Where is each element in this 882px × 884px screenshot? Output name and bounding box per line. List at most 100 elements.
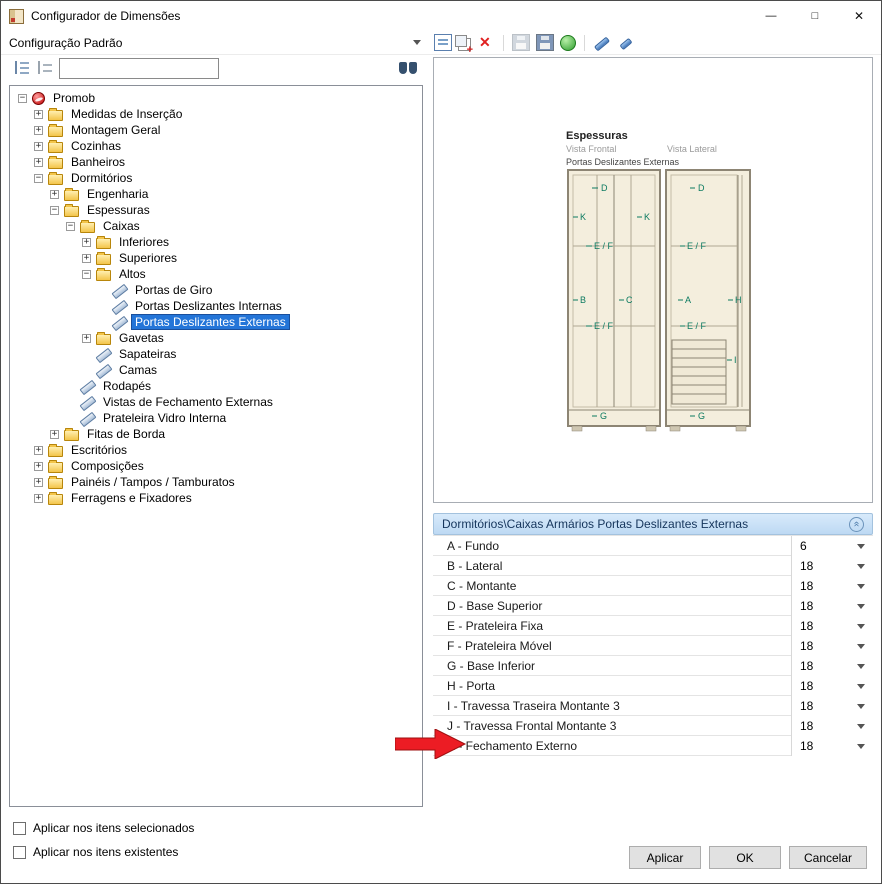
chevron-down-icon <box>857 704 865 709</box>
collapse-all-icon[interactable] <box>36 59 54 77</box>
configuration-dropdown[interactable]: Configuração Padrão <box>9 36 421 50</box>
tree-item-caixas[interactable]: −Caixas <box>10 218 422 234</box>
wrench-icon[interactable] <box>593 34 611 51</box>
sync-icon[interactable] <box>560 35 576 51</box>
tree-item-inferiores[interactable]: +Inferiores <box>10 234 422 250</box>
expand-expander-icon[interactable]: + <box>82 254 91 263</box>
tree-item-portas-deslizantes-internas[interactable]: Portas Deslizantes Internas <box>10 298 422 314</box>
expand-expander-icon[interactable]: + <box>50 190 59 199</box>
folder-icon <box>48 142 63 153</box>
tree-item-superiores[interactable]: +Superiores <box>10 250 422 266</box>
apply-existing-checkbox[interactable] <box>13 846 26 859</box>
tree-item-vistas-de-fechamento-externas[interactable]: Vistas de Fechamento Externas <box>10 394 422 410</box>
ok-button[interactable]: OK <box>709 846 781 869</box>
minimize-button[interactable]: — <box>749 1 793 31</box>
expand-expander-icon[interactable]: + <box>34 494 43 503</box>
folder-icon <box>48 126 63 137</box>
tree-item-label: Escritórios <box>68 443 130 457</box>
property-value-dropdown[interactable]: 6 <box>791 536 873 556</box>
tree-item-camas[interactable]: Camas <box>10 362 422 378</box>
expand-expander-icon[interactable]: + <box>34 110 43 119</box>
expand-expander-icon[interactable]: + <box>82 238 91 247</box>
property-label: E - Prateleira Fixa <box>433 619 791 633</box>
expand-all-icon[interactable] <box>13 59 31 77</box>
tree-item-portas-de-giro[interactable]: Portas de Giro <box>10 282 422 298</box>
measure-icon <box>96 364 111 377</box>
toolbar-separator <box>503 35 504 51</box>
tree-item-promob[interactable]: −Promob <box>10 90 422 106</box>
search-input[interactable] <box>59 58 219 79</box>
property-value-dropdown[interactable]: 18 <box>791 636 873 656</box>
property-label: F - Prateleira Móvel <box>433 639 791 653</box>
property-value-dropdown[interactable]: 18 <box>791 676 873 696</box>
dimension-configurator-dialog: Configurador de Dimensões — □ ✕ Configur… <box>0 0 882 884</box>
tree-item-label: Banheiros <box>68 155 128 169</box>
tree-item-cozinhas[interactable]: +Cozinhas <box>10 138 422 154</box>
close-button[interactable]: ✕ <box>837 1 881 31</box>
property-value: 18 <box>792 619 813 633</box>
delete-configuration-icon[interactable] <box>477 34 495 51</box>
wrench-small-icon[interactable] <box>617 34 635 51</box>
new-configuration-icon[interactable] <box>458 38 471 51</box>
tree-item-escritorios[interactable]: + Escritórios <box>10 442 422 458</box>
save-copy-icon[interactable] <box>536 34 554 51</box>
expand-expander-icon[interactable]: + <box>34 126 43 135</box>
tree-item-prateleira-vidro-interna[interactable]: Prateleira Vidro Interna <box>10 410 422 426</box>
tree-item-espessuras[interactable]: −Espessuras <box>10 202 422 218</box>
apply-existing-items-row: Aplicar nos itens existentes <box>13 845 178 859</box>
expand-expander-icon[interactable]: + <box>34 478 43 487</box>
property-value-dropdown[interactable]: 18 <box>791 736 873 756</box>
rename-configuration-icon[interactable] <box>434 34 452 51</box>
expand-expander-icon[interactable]: + <box>34 462 43 471</box>
tree-item-fitas-de-borda[interactable]: +Fitas de Borda <box>10 426 422 442</box>
tree-item-montagem-geral[interactable]: +Montagem Geral <box>10 122 422 138</box>
expand-expander-icon[interactable]: + <box>34 446 43 455</box>
expand-expander-icon[interactable]: + <box>34 142 43 151</box>
chevron-down-icon[interactable] <box>413 40 421 45</box>
property-row-h-porta: H - Porta18 <box>433 676 873 696</box>
tree-item-portas-deslizantes-externas[interactable]: Portas Deslizantes Externas <box>10 314 422 330</box>
expand-expander-icon[interactable]: + <box>34 158 43 167</box>
collapse-expander-icon[interactable]: − <box>66 222 75 231</box>
folder-icon <box>64 190 79 201</box>
tree-item-sapateiras[interactable]: Sapateiras <box>10 346 422 362</box>
apply-button[interactable]: Aplicar <box>629 846 701 869</box>
property-value-dropdown[interactable]: 18 <box>791 696 873 716</box>
property-value: 18 <box>792 559 813 573</box>
chevron-down-icon <box>857 604 865 609</box>
maximize-button[interactable]: □ <box>793 1 837 31</box>
cancel-button[interactable]: Cancelar <box>789 846 867 869</box>
expand-expander-icon[interactable]: + <box>50 430 59 439</box>
tree-item-altos[interactable]: −Altos <box>10 266 422 282</box>
tree-item-label: Gavetas <box>116 331 167 345</box>
apply-selected-checkbox[interactable] <box>13 822 26 835</box>
tree-item-rodapes[interactable]: Rodapés <box>10 378 422 394</box>
save-icon[interactable] <box>512 34 530 51</box>
collapse-expander-icon[interactable]: − <box>50 206 59 215</box>
property-value-dropdown[interactable]: 18 <box>791 596 873 616</box>
collapse-expander-icon[interactable]: − <box>18 94 27 103</box>
tree-item-paineis-tampos-tamburatos[interactable]: +Painéis / Tampos / Tamburatos <box>10 474 422 490</box>
property-value-dropdown[interactable]: 18 <box>791 616 873 636</box>
property-value-dropdown[interactable]: 18 <box>791 716 873 736</box>
property-value-dropdown[interactable]: 18 <box>791 656 873 676</box>
collapse-expander-icon[interactable]: − <box>34 174 43 183</box>
tree-item-engenharia[interactable]: +Engenharia <box>10 186 422 202</box>
property-value-dropdown[interactable]: 18 <box>791 576 873 596</box>
dim-label-side-ef-bottom: E / F <box>687 321 707 331</box>
tree-item-label: Portas Deslizantes Internas <box>132 299 285 313</box>
collapse-expander-icon[interactable]: − <box>82 270 91 279</box>
property-value: 18 <box>792 739 813 753</box>
property-label: C - Montante <box>433 579 791 593</box>
property-value: 18 <box>792 719 813 733</box>
tree-item-medidas-de-insercao[interactable]: +Medidas de Inserção <box>10 106 422 122</box>
search-icon[interactable] <box>399 62 419 75</box>
tree-item-banheiros[interactable]: + Banheiros <box>10 154 422 170</box>
expand-expander-icon[interactable]: + <box>82 334 91 343</box>
collapse-panel-button[interactable]: « <box>849 517 864 532</box>
tree-item-dormitorios[interactable]: −Dormitórios <box>10 170 422 186</box>
tree-item-composicoes[interactable]: +Composições <box>10 458 422 474</box>
property-value-dropdown[interactable]: 18 <box>791 556 873 576</box>
tree-item-ferragens-e-fixadores[interactable]: +Ferragens e Fixadores <box>10 490 422 506</box>
tree-item-gavetas[interactable]: + Gavetas <box>10 330 422 346</box>
